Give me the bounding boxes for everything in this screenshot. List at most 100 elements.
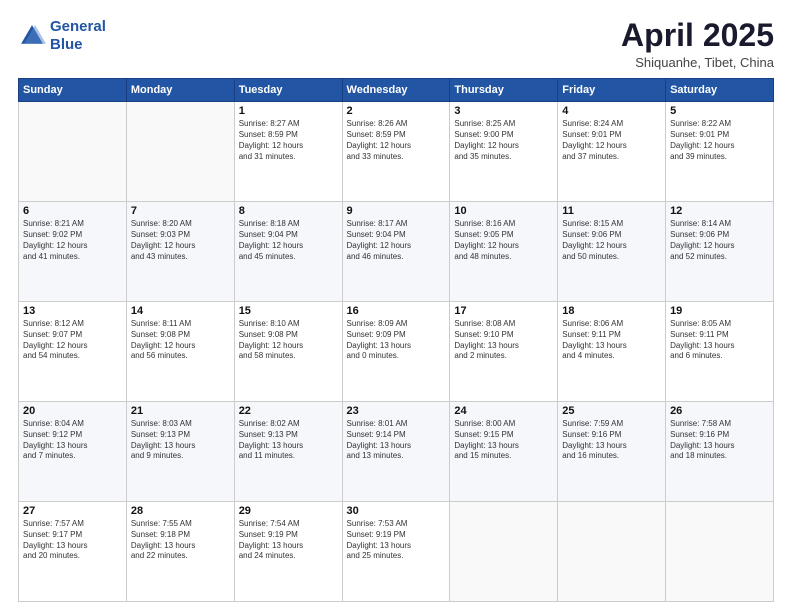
week-row-3: 13Sunrise: 8:12 AM Sunset: 9:07 PM Dayli… <box>19 302 774 402</box>
weekday-header-friday: Friday <box>558 79 666 102</box>
day-number: 23 <box>347 405 446 417</box>
day-number: 29 <box>239 505 338 517</box>
calendar-cell: 21 Sunrise: 8:03 AM Sunset: 9:13 PM Dayli… <box>126 402 234 502</box>
day-number: 9 <box>347 205 446 217</box>
day-info: Sunrise: 7:59 AM Sunset: 9:16 PM Dayligh… <box>562 419 661 462</box>
day-number: 4 <box>562 105 661 117</box>
week-row-4: 20 Sunrise: 8:04 AM Sunset: 9:12 PM Dayli… <box>19 402 774 502</box>
day-info: Sunrise: 8:24 AM Sunset: 9:01 PM Dayligh… <box>562 119 661 162</box>
calendar-cell: 23 Sunrise: 8:01 AM Sunset: 9:14 PM Dayli… <box>342 402 450 502</box>
calendar-cell: 24Sunrise: 8:00 AM Sunset: 9:15 PM Dayli… <box>450 402 558 502</box>
day-info: Sunrise: 8:10 AM Sunset: 9:08 PM Dayligh… <box>239 319 338 362</box>
calendar-cell: 13Sunrise: 8:12 AM Sunset: 9:07 PM Dayli… <box>19 302 127 402</box>
logo-line1: General <box>50 18 106 35</box>
calendar-cell: 12Sunrise: 8:14 AM Sunset: 9:06 PM Dayli… <box>666 202 774 302</box>
day-number: 27 <box>23 505 122 517</box>
day-number: 14 <box>131 305 230 317</box>
day-number: 11 <box>562 205 661 217</box>
calendar-cell: 19 Sunrise: 8:05 AM Sunset: 9:11 PM Dayli… <box>666 302 774 402</box>
day-info: Sunrise: 8:16 AM Sunset: 9:05 PM Dayligh… <box>454 219 553 262</box>
weekday-header-thursday: Thursday <box>450 79 558 102</box>
day-number: 28 <box>131 505 230 517</box>
calendar-cell <box>666 502 774 602</box>
day-number: 10 <box>454 205 553 217</box>
day-number: 8 <box>239 205 338 217</box>
calendar-cell: 29Sunrise: 7:54 AM Sunset: 9:19 PM Dayli… <box>234 502 342 602</box>
day-number: 7 <box>131 205 230 217</box>
day-info: Sunrise: 8:26 AM Sunset: 8:59 PM Dayligh… <box>347 119 446 162</box>
day-info: Sunrise: 8:22 AM Sunset: 9:01 PM Dayligh… <box>670 119 769 162</box>
day-info: Sunrise: 8:03 AM Sunset: 9:13 PM Dayligh… <box>131 419 230 462</box>
weekday-header-saturday: Saturday <box>666 79 774 102</box>
calendar-cell: 6 Sunrise: 8:21 AM Sunset: 9:02 PM Daylig… <box>19 202 127 302</box>
calendar-cell: 9Sunrise: 8:17 AM Sunset: 9:04 PM Daylig… <box>342 202 450 302</box>
calendar-cell <box>558 502 666 602</box>
day-number: 15 <box>239 305 338 317</box>
logo-icon <box>18 22 46 50</box>
calendar-cell: 7 Sunrise: 8:20 AM Sunset: 9:03 PM Daylig… <box>126 202 234 302</box>
calendar-cell: 11Sunrise: 8:15 AM Sunset: 9:06 PM Dayli… <box>558 202 666 302</box>
day-info: Sunrise: 8:02 AM Sunset: 9:13 PM Dayligh… <box>239 419 338 462</box>
calendar-cell <box>450 502 558 602</box>
calendar-cell: 17 Sunrise: 8:08 AM Sunset: 9:10 PM Dayli… <box>450 302 558 402</box>
day-number: 21 <box>131 405 230 417</box>
day-info: Sunrise: 8:21 AM Sunset: 9:02 PM Dayligh… <box>23 219 122 262</box>
calendar-cell <box>19 102 127 202</box>
day-info: Sunrise: 8:04 AM Sunset: 9:12 PM Dayligh… <box>23 419 122 462</box>
day-number: 20 <box>23 405 122 417</box>
day-number: 13 <box>23 305 122 317</box>
week-row-1: 1 Sunrise: 8:27 AM Sunset: 8:59 PM Daylig… <box>19 102 774 202</box>
calendar-cell: 22 Sunrise: 8:02 AM Sunset: 9:13 PM Dayli… <box>234 402 342 502</box>
weekday-header-sunday: Sunday <box>19 79 127 102</box>
weekday-header-tuesday: Tuesday <box>234 79 342 102</box>
day-info: Sunrise: 8:18 AM Sunset: 9:04 PM Dayligh… <box>239 219 338 262</box>
calendar-cell: 18Sunrise: 8:06 AM Sunset: 9:11 PM Dayli… <box>558 302 666 402</box>
day-info: Sunrise: 8:08 AM Sunset: 9:10 PM Dayligh… <box>454 319 553 362</box>
weekday-header-monday: Monday <box>126 79 234 102</box>
day-number: 19 <box>670 305 769 317</box>
day-info: Sunrise: 8:06 AM Sunset: 9:11 PM Dayligh… <box>562 319 661 362</box>
day-info: Sunrise: 7:53 AM Sunset: 9:19 PM Dayligh… <box>347 519 446 562</box>
day-info: Sunrise: 7:55 AM Sunset: 9:18 PM Dayligh… <box>131 519 230 562</box>
calendar-cell: 26Sunrise: 7:58 AM Sunset: 9:16 PM Dayli… <box>666 402 774 502</box>
day-info: Sunrise: 8:27 AM Sunset: 8:59 PM Dayligh… <box>239 119 338 162</box>
calendar-cell: 5 Sunrise: 8:22 AM Sunset: 9:01 PM Daylig… <box>666 102 774 202</box>
day-number: 16 <box>347 305 446 317</box>
calendar-cell: 16 Sunrise: 8:09 AM Sunset: 9:09 PM Dayli… <box>342 302 450 402</box>
calendar-cell: 10 Sunrise: 8:16 AM Sunset: 9:05 PM Dayli… <box>450 202 558 302</box>
calendar-cell: 15 Sunrise: 8:10 AM Sunset: 9:08 PM Dayli… <box>234 302 342 402</box>
weekday-header-row: SundayMondayTuesdayWednesdayThursdayFrid… <box>19 79 774 102</box>
day-number: 22 <box>239 405 338 417</box>
week-row-2: 6 Sunrise: 8:21 AM Sunset: 9:02 PM Daylig… <box>19 202 774 302</box>
logo: General Blue <box>18 18 106 54</box>
day-info: Sunrise: 8:01 AM Sunset: 9:14 PM Dayligh… <box>347 419 446 462</box>
page-subtitle: Shiquanhe, Tibet, China <box>621 55 774 70</box>
day-number: 1 <box>239 105 338 117</box>
day-number: 30 <box>347 505 446 517</box>
calendar-cell: 2 Sunrise: 8:26 AM Sunset: 8:59 PM Daylig… <box>342 102 450 202</box>
calendar-cell: 20 Sunrise: 8:04 AM Sunset: 9:12 PM Dayli… <box>19 402 127 502</box>
header: General Blue April 2025 Shiquanhe, Tibet… <box>18 18 774 70</box>
calendar-cell: 14Sunrise: 8:11 AM Sunset: 9:08 PM Dayli… <box>126 302 234 402</box>
day-info: Sunrise: 8:20 AM Sunset: 9:03 PM Dayligh… <box>131 219 230 262</box>
day-number: 3 <box>454 105 553 117</box>
calendar-cell: 28 Sunrise: 7:55 AM Sunset: 9:18 PM Dayli… <box>126 502 234 602</box>
day-number: 5 <box>670 105 769 117</box>
day-info: Sunrise: 8:05 AM Sunset: 9:11 PM Dayligh… <box>670 319 769 362</box>
day-number: 17 <box>454 305 553 317</box>
day-number: 6 <box>23 205 122 217</box>
page: General Blue April 2025 Shiquanhe, Tibet… <box>0 0 792 612</box>
day-number: 25 <box>562 405 661 417</box>
calendar-cell: 3 Sunrise: 8:25 AM Sunset: 9:00 PM Daylig… <box>450 102 558 202</box>
week-row-5: 27 Sunrise: 7:57 AM Sunset: 9:17 PM Dayli… <box>19 502 774 602</box>
calendar-cell: 4 Sunrise: 8:24 AM Sunset: 9:01 PM Daylig… <box>558 102 666 202</box>
calendar-cell <box>126 102 234 202</box>
calendar-table: SundayMondayTuesdayWednesdayThursdayFrid… <box>18 78 774 602</box>
day-info: Sunrise: 8:14 AM Sunset: 9:06 PM Dayligh… <box>670 219 769 262</box>
day-number: 26 <box>670 405 769 417</box>
day-info: Sunrise: 8:25 AM Sunset: 9:00 PM Dayligh… <box>454 119 553 162</box>
day-info: Sunrise: 7:57 AM Sunset: 9:17 PM Dayligh… <box>23 519 122 562</box>
day-number: 2 <box>347 105 446 117</box>
day-info: Sunrise: 8:09 AM Sunset: 9:09 PM Dayligh… <box>347 319 446 362</box>
title-block: April 2025 Shiquanhe, Tibet, China <box>621 18 774 70</box>
